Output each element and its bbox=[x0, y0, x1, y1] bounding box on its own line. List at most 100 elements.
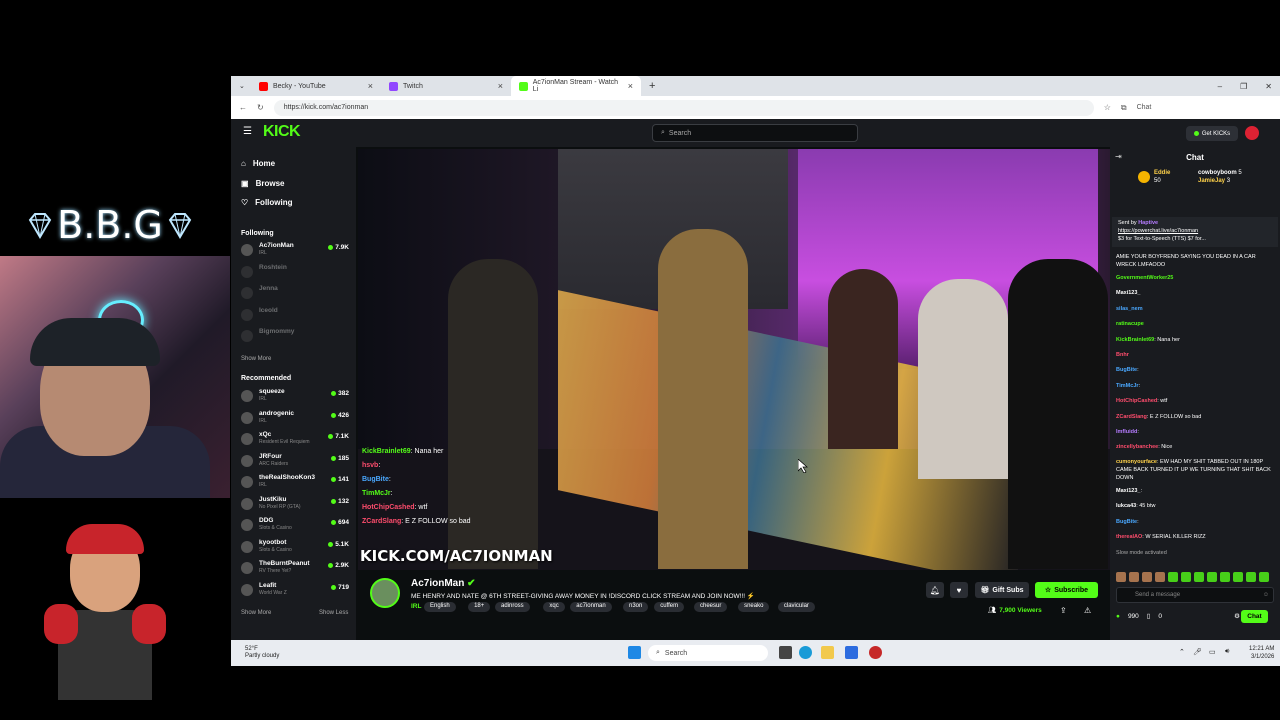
stream-tag[interactable]: cuffem bbox=[654, 602, 685, 612]
extensions-icon[interactable]: ⧉ bbox=[1121, 103, 1127, 113]
stream-tag[interactable]: English bbox=[424, 602, 456, 612]
report-icon[interactable]: ⚠ bbox=[1084, 606, 1091, 615]
windows-start-icon[interactable] bbox=[628, 646, 641, 659]
search-input[interactable]: ⌕ Search bbox=[652, 124, 858, 142]
channel-row[interactable]: androgenic IRL 426 bbox=[241, 410, 351, 428]
channel-viewers: 2.9K bbox=[328, 562, 349, 569]
channel-avatar bbox=[241, 287, 253, 299]
gear-icon[interactable]: ⚙ bbox=[1234, 612, 1240, 620]
new-tab-button[interactable]: + bbox=[641, 76, 661, 96]
microphone-icon[interactable]: 🎤︎ bbox=[1193, 648, 1202, 656]
emote-icon[interactable] bbox=[1168, 572, 1178, 582]
nav-following[interactable]: ♡ Following bbox=[241, 198, 293, 207]
menu-icon[interactable]: ☰ bbox=[243, 126, 252, 137]
emote-icon[interactable] bbox=[1207, 572, 1217, 582]
star-icon[interactable]: ☆ bbox=[1104, 103, 1111, 112]
emote-icon[interactable] bbox=[1181, 572, 1191, 582]
emoji-icon[interactable]: ☺ bbox=[1263, 592, 1269, 598]
back-icon[interactable]: ← bbox=[239, 103, 247, 112]
emote-icon[interactable] bbox=[1116, 572, 1126, 582]
file-explorer-icon[interactable] bbox=[821, 646, 834, 659]
channel-row[interactable]: Iceold bbox=[241, 307, 351, 325]
emote-icon[interactable] bbox=[1220, 572, 1230, 582]
tab-youtube[interactable]: Becky - YouTube × bbox=[251, 76, 381, 96]
stream-tag[interactable]: ac7ionman bbox=[570, 602, 612, 612]
channel-name: squeeze bbox=[259, 388, 285, 395]
nav-browse[interactable]: ▣ Browse bbox=[241, 179, 284, 188]
url-field[interactable]: https://kick.com/ac7ionman bbox=[273, 99, 1094, 116]
kick-logo[interactable]: KICK bbox=[263, 123, 301, 141]
show-more-following[interactable]: Show More bbox=[241, 356, 271, 362]
notification-button[interactable]: 🔔︎ bbox=[926, 582, 944, 598]
follow-button[interactable]: ♥ bbox=[950, 582, 968, 598]
store-icon[interactable] bbox=[845, 646, 858, 659]
copilot-chat-button[interactable]: Chat bbox=[1137, 104, 1152, 111]
channel-row[interactable]: Jenna bbox=[241, 285, 351, 303]
channel-row[interactable]: DDG Slots & Casino 694 bbox=[241, 517, 351, 535]
stream-category[interactable]: IRL bbox=[411, 603, 421, 610]
video-player[interactable]: KickBrainlet69: Nana her hsvb: BugBite: Tim… bbox=[358, 149, 1110, 570]
close-icon[interactable]: × bbox=[368, 81, 373, 91]
channel-row[interactable]: Roshtein bbox=[241, 264, 351, 282]
emote-icon[interactable] bbox=[1129, 572, 1139, 582]
chat-message-input[interactable]: Send a message ☺ bbox=[1116, 587, 1274, 603]
channel-row[interactable]: JRFour ARC Raiders 185 bbox=[241, 453, 351, 471]
streamer-name[interactable]: Ac7ionMan ✔ bbox=[411, 578, 476, 589]
emote-icon[interactable] bbox=[1246, 572, 1256, 582]
show-less-recommended[interactable]: Show Less bbox=[319, 610, 348, 616]
overlay-chat-line: hsvb: bbox=[362, 462, 381, 469]
task-view-icon[interactable] bbox=[779, 646, 792, 659]
tray-chevron-icon[interactable]: ⌃ bbox=[1179, 648, 1185, 656]
stream-tag[interactable]: n3on bbox=[623, 602, 649, 612]
share-icon[interactable]: ⇪ bbox=[1060, 606, 1067, 615]
pinned-message[interactable]: Sent by Haptive https://powerchat.live/a… bbox=[1112, 217, 1278, 247]
close-window-icon[interactable]: ✕ bbox=[1265, 82, 1272, 91]
emote-icon[interactable] bbox=[1155, 572, 1165, 582]
stream-tag[interactable]: clavicular bbox=[777, 602, 815, 612]
maximize-icon[interactable]: ❐ bbox=[1240, 82, 1247, 91]
emote-icon[interactable] bbox=[1142, 572, 1152, 582]
channel-row[interactable]: Ac7ionMan IRL 7.9K bbox=[241, 242, 351, 260]
nav-home[interactable]: ⌂ Home bbox=[241, 159, 275, 168]
clock[interactable]: 12:21 AM 3/1/2026 bbox=[1249, 645, 1274, 661]
tab-twitch[interactable]: Twitch × bbox=[381, 76, 511, 96]
show-more-recommended[interactable]: Show More bbox=[241, 610, 271, 616]
channel-row[interactable]: Leafit World War Z 719 bbox=[241, 582, 351, 600]
channel-row[interactable]: Bigmommy bbox=[241, 328, 351, 346]
channel-row[interactable]: theRealShooKon3 IRL 141 bbox=[241, 474, 351, 492]
app-icon[interactable] bbox=[869, 646, 882, 659]
taskbar-search[interactable]: ⌕ Search bbox=[648, 645, 768, 661]
user-avatar[interactable] bbox=[1245, 126, 1259, 140]
channel-row[interactable]: TheBurntPeanut RV There Yet? 2.9K bbox=[241, 560, 351, 578]
channel-row[interactable]: xQc Resident Evil Requiem 7.1K bbox=[241, 431, 351, 449]
channel-row[interactable]: squeeze IRL 382 bbox=[241, 388, 351, 406]
minimize-icon[interactable]: – bbox=[1218, 82, 1222, 91]
channel-row[interactable]: kyootbot Slots & Casino 5.1K bbox=[241, 539, 351, 557]
channel-row[interactable]: JustKiku No Pixel RP (GTA) 132 bbox=[241, 496, 351, 514]
stream-tag[interactable]: xqc bbox=[543, 602, 565, 612]
emote-icon[interactable] bbox=[1194, 572, 1204, 582]
stream-tag[interactable]: cheesur bbox=[694, 602, 728, 612]
subscribe-button[interactable]: ☆ Subscribe bbox=[1035, 582, 1098, 598]
streamer-avatar[interactable] bbox=[370, 578, 400, 608]
weather-widget[interactable]: 52°F Partly cloudy bbox=[245, 646, 279, 660]
volume-icon[interactable]: 🔊︎ bbox=[1225, 648, 1229, 656]
gift-subs-button[interactable]: 🎁︎ Gift Subs bbox=[975, 582, 1029, 598]
tab-kick[interactable]: Ac7ionMan Stream - Watch Li × bbox=[511, 76, 641, 96]
tab-list-button[interactable]: ⌄ bbox=[231, 76, 251, 96]
stream-tag[interactable]: sneako bbox=[738, 602, 770, 612]
stream-tag[interactable]: adinross bbox=[495, 602, 530, 612]
channel-viewers: 382 bbox=[331, 390, 349, 397]
chat-send-button[interactable]: Chat bbox=[1241, 610, 1268, 623]
search-icon: ⌕ bbox=[661, 129, 665, 136]
close-icon[interactable]: × bbox=[628, 81, 633, 91]
channel-avatar bbox=[241, 330, 253, 342]
emote-icon[interactable] bbox=[1233, 572, 1243, 582]
refresh-icon[interactable]: ↻ bbox=[257, 103, 264, 112]
stream-tag[interactable]: 18+ bbox=[468, 602, 491, 612]
get-kicks-button[interactable]: Get KICKs bbox=[1186, 126, 1238, 141]
network-icon[interactable]: ▭ bbox=[1209, 648, 1216, 656]
emote-icon[interactable] bbox=[1259, 572, 1269, 582]
edge-icon[interactable] bbox=[799, 646, 812, 659]
close-icon[interactable]: × bbox=[498, 81, 503, 91]
